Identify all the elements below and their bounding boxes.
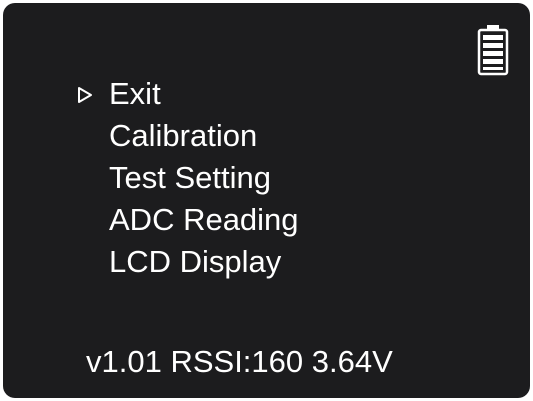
menu-item-label: ADC Reading xyxy=(109,202,299,237)
menu-item-label: Test Setting xyxy=(109,160,271,195)
menu-item-adc-reading[interactable]: ADC Reading xyxy=(73,199,299,241)
settings-menu: Exit Calibration Test Setting ADC Readin… xyxy=(73,73,299,283)
menu-item-exit[interactable]: Exit xyxy=(73,73,299,115)
menu-item-test-setting[interactable]: Test Setting xyxy=(73,157,299,199)
menu-item-lcd-display[interactable]: LCD Display xyxy=(73,241,299,283)
device-screen: Exit Calibration Test Setting ADC Readin… xyxy=(3,3,530,398)
status-line: v1.01 RSSI:160 3.64V xyxy=(86,344,393,379)
triangle-right-outline-icon xyxy=(78,87,92,103)
battery-full-icon xyxy=(477,25,509,76)
menu-item-label: Exit xyxy=(109,76,161,111)
menu-item-label: Calibration xyxy=(109,118,258,153)
menu-item-label: LCD Display xyxy=(109,244,282,279)
menu-item-calibration[interactable]: Calibration xyxy=(73,115,299,157)
